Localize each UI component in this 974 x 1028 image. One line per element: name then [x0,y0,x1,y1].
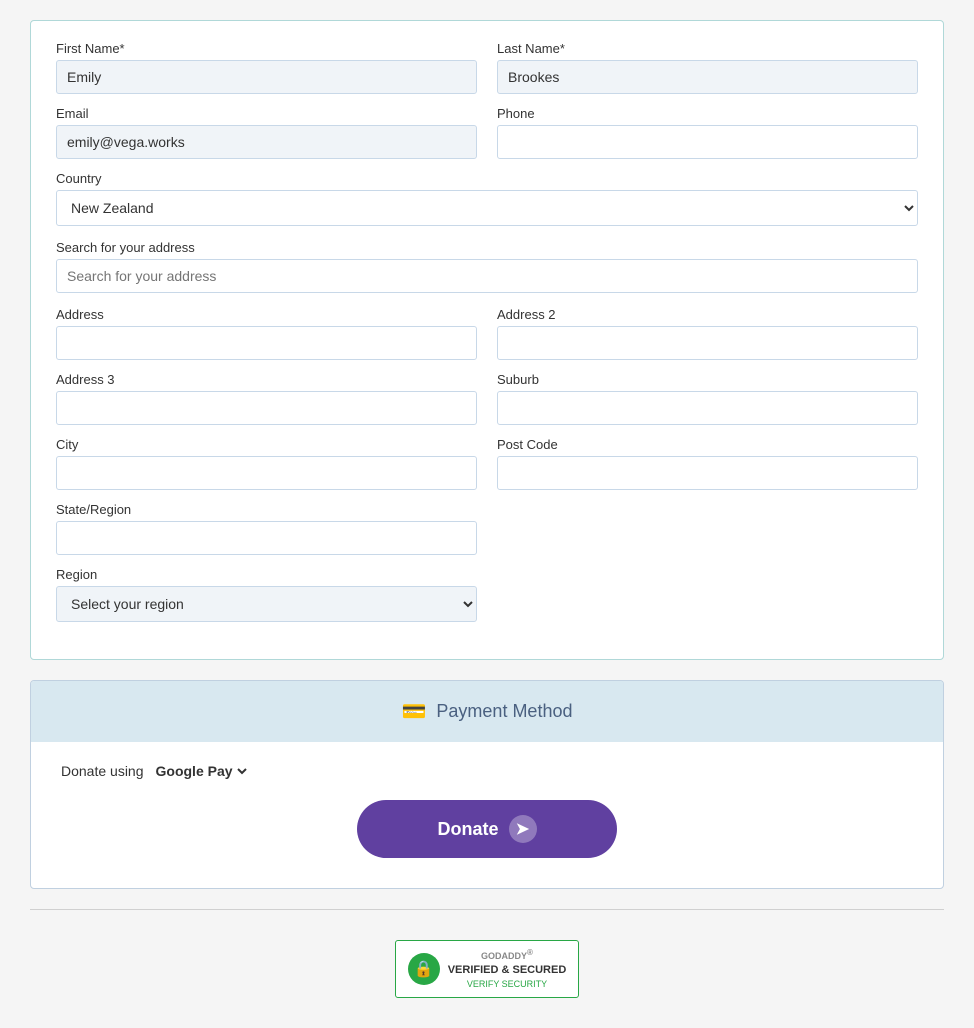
address-label: Address [56,307,477,322]
postcode-group: Post Code [497,437,918,490]
region-label: Region [56,567,477,582]
state-region-label: State/Region [56,502,477,517]
donate-button-container: Donate ➤ [61,800,913,858]
city-postcode-row: City Post Code [56,437,918,490]
region-group: Region Select your region Auckland Welli… [56,567,477,622]
address-search-group: Search for your address [56,240,918,293]
email-group: Email [56,106,477,159]
country-group: Country New Zealand Australia United Kin… [56,171,918,226]
arrow-icon: ➤ [509,815,537,843]
payment-section: 💳 Payment Method Donate using Google Pay… [30,680,944,889]
first-name-group: First Name* [56,41,477,94]
address-input[interactable] [56,326,477,360]
address-row: Address Address 2 [56,307,918,360]
state-row: State/Region [56,502,918,555]
state-region-group: State/Region [56,502,477,555]
payment-body: Donate using Google Pay Credit Card PayP… [31,742,943,888]
godaddy-label: GODADDY® [448,947,567,963]
phone-input[interactable] [497,125,918,159]
payment-title: Payment Method [436,701,572,722]
first-name-label: First Name* [56,41,477,56]
form-section: First Name* Last Name* Email Phone Count… [30,20,944,660]
last-name-input[interactable] [497,60,918,94]
divider [30,909,944,910]
postcode-label: Post Code [497,437,918,452]
suburb-group: Suburb [497,372,918,425]
last-name-group: Last Name* [497,41,918,94]
postcode-input[interactable] [497,456,918,490]
donate-button[interactable]: Donate ➤ [357,800,616,858]
badge-inner: 🔒 GODADDY® VERIFIED & SECURED VERIFY SEC… [408,947,567,991]
donate-using-row: Donate using Google Pay Credit Card PayP… [61,762,913,780]
security-badge-box[interactable]: 🔒 GODADDY® VERIFIED & SECURED VERIFY SEC… [395,940,580,998]
name-row: First Name* Last Name* [56,41,918,94]
suburb-input[interactable] [497,391,918,425]
suburb-label: Suburb [497,372,918,387]
last-name-label: Last Name* [497,41,918,56]
address-group: Address [56,307,477,360]
address2-input[interactable] [497,326,918,360]
city-input[interactable] [56,456,477,490]
donate-using-label: Donate using [61,763,144,779]
donate-button-label: Donate [437,819,498,840]
lock-icon: 🔒 [408,953,440,985]
region-row: Region Select your region Auckland Welli… [56,567,918,622]
email-label: Email [56,106,477,121]
state-region-input[interactable] [56,521,477,555]
country-label: Country [56,171,918,186]
city-label: City [56,437,477,452]
email-input[interactable] [56,125,477,159]
phone-label: Phone [497,106,918,121]
payment-method-select[interactable]: Google Pay Credit Card PayPal [152,762,250,780]
page-wrapper: First Name* Last Name* Email Phone Count… [0,0,974,1028]
first-name-input[interactable] [56,60,477,94]
address3-label: Address 3 [56,372,477,387]
region-select[interactable]: Select your region Auckland Wellington C… [56,586,477,622]
address3-suburb-row: Address 3 Suburb [56,372,918,425]
address2-label: Address 2 [497,307,918,322]
email-phone-row: Email Phone [56,106,918,159]
address3-input[interactable] [56,391,477,425]
reg-mark: ® [527,948,533,957]
phone-group: Phone [497,106,918,159]
badge-text: GODADDY® VERIFIED & SECURED VERIFY SECUR… [448,947,567,991]
city-group: City [56,437,477,490]
security-badge-section: 🔒 GODADDY® VERIFIED & SECURED VERIFY SEC… [0,920,974,1018]
country-select[interactable]: New Zealand Australia United Kingdom Uni… [56,190,918,226]
payment-header: 💳 Payment Method [31,681,943,742]
search-address-input[interactable] [56,259,918,293]
verified-label: VERIFIED & SECURED [448,963,567,978]
credit-card-icon: 💳 [402,699,427,724]
verify-label: VERIFY SECURITY [448,978,567,991]
search-address-label: Search for your address [56,240,918,255]
address3-group: Address 3 [56,372,477,425]
payment-method-label: Google Pay Credit Card PayPal [152,762,250,780]
address2-group: Address 2 [497,307,918,360]
